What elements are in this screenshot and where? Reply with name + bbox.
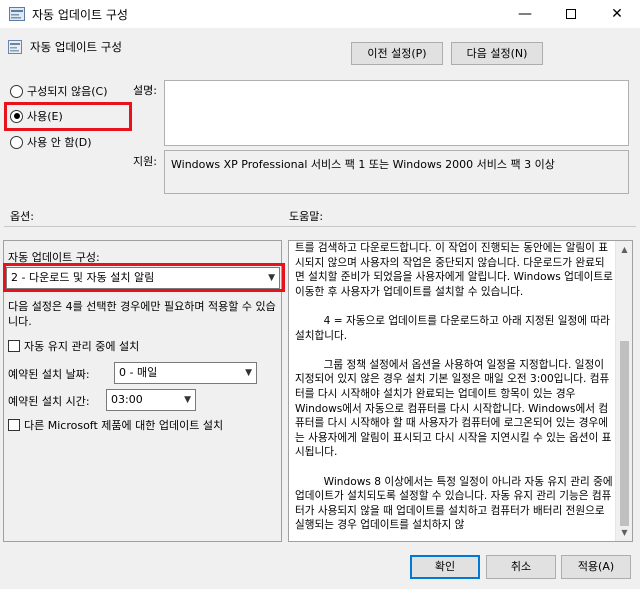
help-paragraph: Windows 8 이상에서는 특정 일정이 아니라 자동 유지 관리 중에 업… [295,475,613,532]
window-title: 자동 업데이트 구성 [32,8,128,22]
description-label: 설명: [133,84,157,97]
divider [4,226,636,227]
minimize-icon: — [518,6,532,22]
options-note: 다음 설정은 4를 선택한 경우에만 필요하며 적용할 수 있습니다. [8,300,276,328]
help-paragraph: 4 = 자동으로 업데이트를 다운로드하고 아래 지정된 일정에 따라 설치합니… [295,314,610,342]
ok-button[interactable]: 확인 [410,555,480,579]
install-time-select[interactable]: 03:00 ▼ [106,389,196,411]
radio-label: 구성되지 않음(C) [27,85,108,98]
help-paragraph: 트를 검색하고 다운로드합니다. 이 작업이 진행되는 동안에는 알림이 표시되… [295,242,613,298]
install-day-label: 예약된 설치 날짜: [8,368,90,381]
scroll-thumb[interactable] [620,341,629,526]
close-icon: ✕ [611,6,623,22]
other-products-checkbox[interactable] [8,419,20,431]
install-time-value: 03:00 [111,393,143,406]
maintenance-label: 자동 유지 관리 중에 설치 [24,340,140,353]
radio-label: 사용 안 함(D) [27,136,92,149]
cancel-button[interactable]: 취소 [486,555,556,579]
scroll-up-icon[interactable]: ▲ [616,241,632,258]
previous-setting-button[interactable]: 이전 설정(P) [351,42,443,65]
setting-icon [8,40,22,54]
install-day-select[interactable]: 0 - 매일 ▼ [114,362,257,384]
help-scrollbar[interactable]: ▲ ▼ [615,241,632,541]
options-label: 옵션: [10,210,34,223]
radio-circle[interactable] [10,135,23,149]
minimize-button[interactable]: — [502,0,548,28]
radio-circle[interactable] [10,84,23,98]
close-button[interactable]: ✕ [594,0,640,28]
scroll-down-icon[interactable]: ▼ [616,524,632,541]
radio-disabled[interactable]: 사용 안 함(D) [10,134,92,150]
help-text: 트를 검색하고 다운로드합니다. 이 작업이 진행되는 동안에는 알림이 표시되… [295,241,613,541]
maintenance-checkbox-row[interactable]: 자동 유지 관리 중에 설치 [8,338,139,354]
chevron-down-icon: ▼ [184,395,191,405]
install-day-value: 0 - 매일 [119,366,158,379]
radio-not-configured[interactable]: 구성되지 않음(C) [10,83,107,99]
other-products-label: 다른 Microsoft 제품에 대한 업데이트 설치 [24,419,224,432]
policy-icon [9,7,25,21]
description-box [164,80,629,146]
apply-button[interactable]: 적용(A) [561,555,631,579]
support-label: 지원: [133,155,157,168]
maintenance-checkbox[interactable] [8,340,20,352]
help-panel[interactable]: 트를 검색하고 다운로드합니다. 이 작업이 진행되는 동안에는 알림이 표시되… [288,240,633,542]
next-setting-button[interactable]: 다음 설정(N) [451,42,543,65]
chevron-down-icon: ▼ [245,368,252,378]
highlight-box-enabled [4,102,132,131]
title-bar: 자동 업데이트 구성 — ✕ [0,0,640,28]
highlight-box-configure [3,263,285,292]
install-time-label: 예약된 설치 시간: [8,395,90,408]
policy-title: 자동 업데이트 구성 [30,40,122,54]
maximize-button[interactable] [548,0,594,28]
help-label: 도움말: [289,210,324,223]
other-products-checkbox-row[interactable]: 다른 Microsoft 제품에 대한 업데이트 설치 [8,417,223,433]
support-box: Windows XP Professional 서비스 팩 1 또는 Windo… [164,150,629,194]
maximize-icon [566,9,576,19]
help-paragraph: 그룹 정책 설정에서 옵션을 사용하여 일정을 지정합니다. 일정이 지정되어 … [295,358,612,459]
